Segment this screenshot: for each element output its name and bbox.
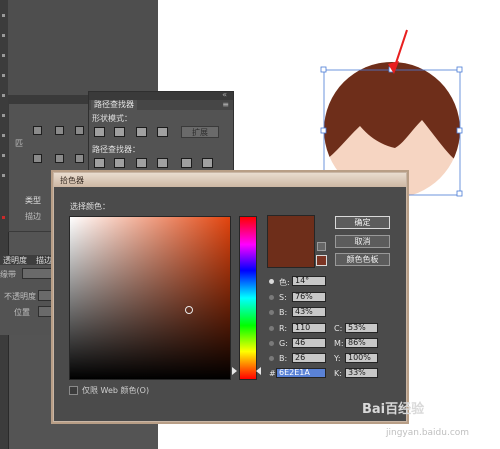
tool-icon[interactable] [2,94,5,97]
blend-mode-select[interactable] [22,268,56,279]
dialog-titlebar[interactable]: 拾色器 [54,173,406,187]
red-field[interactable]: 110 [292,323,326,333]
crop-button[interactable] [157,158,168,168]
exclude-button[interactable] [157,127,168,137]
web-only-checkbox[interactable]: 仅限 Web 颜色(O) [69,385,149,396]
saturation-radio[interactable] [269,295,274,300]
opacity-label: 不透明度 [4,292,36,301]
saturation-label: S: [279,293,287,302]
red-radio[interactable] [269,326,274,331]
trim-button[interactable] [114,158,125,168]
tool-icon[interactable] [2,134,5,137]
web-safe-swatch[interactable] [316,255,327,266]
align-icon[interactable] [55,126,64,135]
web-only-label: 仅限 Web 颜色(O) [82,386,150,395]
tab-bar: 路径查找器 ≡ [89,100,233,110]
collapse-icon[interactable]: « [222,90,227,99]
tool-icon[interactable] [2,14,5,17]
out-of-gamut-cube-icon[interactable] [317,242,326,251]
tool-icon[interactable] [2,114,5,117]
hue-slider[interactable] [239,216,257,380]
black-label: K: [334,369,342,378]
dialog-title: 拾色器 [60,176,84,185]
merge-button[interactable] [136,158,147,168]
pathfinders-label: 路径查找器： [92,145,140,154]
position-label: 位置 [14,308,30,317]
unite-button[interactable] [94,127,105,137]
blue-field[interactable]: 26 [292,353,326,363]
hex-field[interactable]: 6E2E1A [276,368,326,378]
tool-icon[interactable] [2,34,5,37]
color-field-cursor[interactable] [185,306,193,314]
stroke-label: 描边 [25,212,41,221]
ok-button[interactable]: 确定 [335,216,390,229]
expand-button[interactable]: 扩展 [181,126,219,138]
brightness-label: B: [279,308,288,317]
green-field[interactable]: 46 [292,338,326,348]
tab-label: 路径查找器 [94,100,134,109]
red-arrow-annotation [388,29,408,74]
panel-area [8,0,158,95]
yellow-label: Y: [334,354,341,363]
magenta-field[interactable]: 86% [345,338,378,348]
panel-header [9,96,89,104]
distribute-icon[interactable] [55,154,64,163]
minus-back-button[interactable] [202,158,213,168]
brightness-radio[interactable] [269,310,274,315]
checkbox-box[interactable] [69,386,78,395]
red-label: R: [279,324,288,333]
tab-pathfinder[interactable]: 路径查找器 [91,100,137,110]
green-radio[interactable] [269,341,274,346]
fill-stroke-icon[interactable] [2,216,5,219]
tab-stroke[interactable]: 描边 [36,255,52,266]
green-label: G: [279,339,288,348]
distribute-icon[interactable] [33,154,42,163]
outline-button[interactable] [181,158,192,168]
shape-modes-label: 形状模式： [92,114,132,123]
saturation-field[interactable]: 76% [292,292,326,302]
tool-icon[interactable] [2,154,5,157]
panel-menu-icon[interactable]: ≡ [222,100,229,109]
hue-label: 色: [279,278,290,287]
pathfinder-panel: « 路径查找器 ≡ 形状模式： 扩展 路径查找器： [88,90,234,178]
panel-label: 匹 [15,139,23,148]
divide-button[interactable] [94,158,105,168]
minus-front-button[interactable] [114,127,125,137]
blue-label: B: [279,354,288,363]
align-icon[interactable] [75,126,84,135]
distribute-icon[interactable] [75,154,84,163]
hue-radio[interactable] [269,279,274,284]
black-field[interactable]: 33% [345,368,378,378]
transparency-panel: 透明度 描边 缘带 不透明度 位置 [0,255,58,335]
select-color-label: 选择颜色： [70,202,110,211]
current-color-swatch [267,215,315,268]
hue-field[interactable]: 14° [292,276,326,286]
tool-icon[interactable] [2,54,5,57]
color-swatches-button[interactable]: 颜色色板 [335,253,390,266]
brightness-field[interactable]: 43% [292,307,326,317]
type-label: 类型 [25,196,41,205]
cancel-button[interactable]: 取消 [335,235,390,248]
align-icon[interactable] [33,126,42,135]
hue-slider-handle[interactable] [232,367,237,375]
panel-header: « [89,90,233,100]
tool-icon[interactable] [2,74,5,77]
intersect-button[interactable] [136,127,147,137]
watermark-logo: Bai百经验 [362,402,425,417]
color-picker-dialog: 拾色器 选择颜色： 仅限 Web 颜色(O) 确定 取消 颜色色板 色: 14°… [53,172,407,422]
mode-label: 缘带 [0,270,16,279]
color-field[interactable] [69,216,231,380]
hue-slider-handle[interactable] [256,367,261,375]
tab-transparency[interactable]: 透明度 [3,255,27,266]
yellow-field[interactable]: 100% [345,353,378,363]
magenta-label: M: [334,339,344,348]
tab-bar: 透明度 描边 [0,255,58,265]
hex-label: # [269,369,276,378]
cyan-field[interactable]: 53% [345,323,378,333]
watermark-url: jingyan.baidu.com [386,428,470,438]
tool-icon[interactable] [2,174,5,177]
cyan-label: C: [334,324,343,333]
blue-radio[interactable] [269,356,274,361]
